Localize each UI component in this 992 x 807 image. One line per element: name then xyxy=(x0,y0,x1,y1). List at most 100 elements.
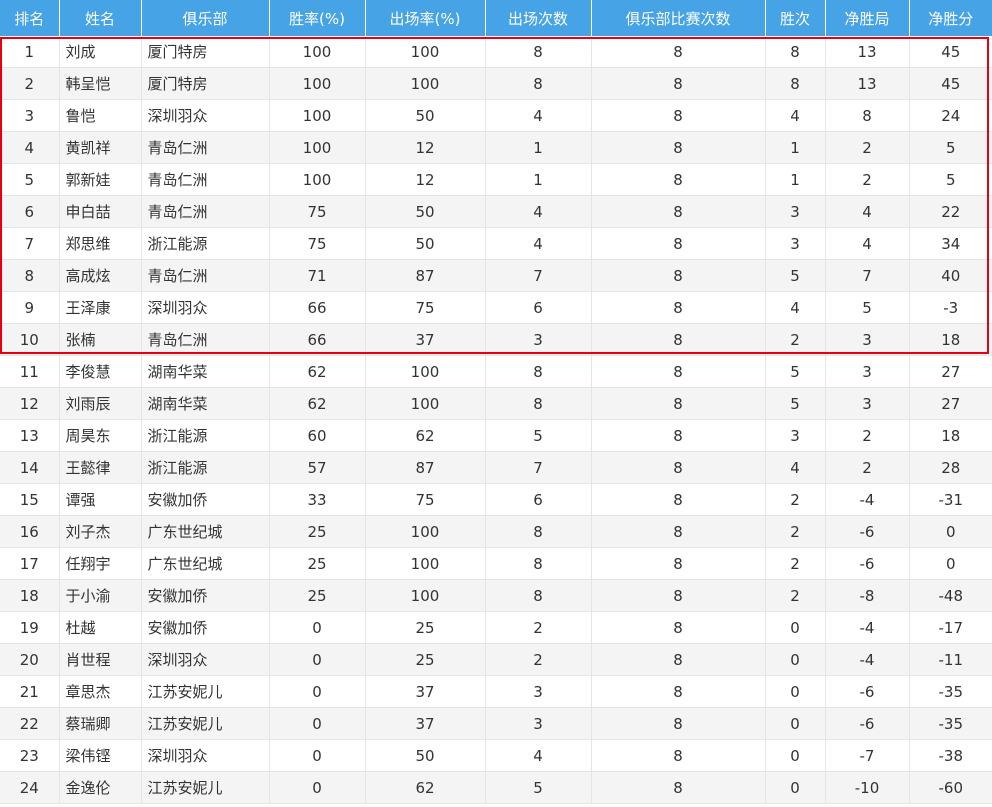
table-row: 19 杜越 安徽加侨 0 25 2 8 0 -4 -17 xyxy=(0,611,992,644)
point-diff-cell: -60 xyxy=(909,771,992,804)
game-diff-cell: 13 xyxy=(825,36,910,68)
wins-cell: 5 xyxy=(765,259,826,292)
name-cell: 申白喆 xyxy=(59,195,142,228)
wins-cell: 0 xyxy=(765,707,826,740)
point-diff-cell: -11 xyxy=(909,643,992,676)
rank-cell: 17 xyxy=(0,547,60,580)
appearances-cell: 5 xyxy=(485,771,592,804)
game-diff-cell: -6 xyxy=(825,515,910,548)
rank-cell: 6 xyxy=(0,195,60,228)
club-cell: 浙江能源 xyxy=(141,419,270,452)
wins-cell: 1 xyxy=(765,131,826,164)
win-rate-cell: 100 xyxy=(269,163,366,196)
name-cell: 肖世程 xyxy=(59,643,142,676)
win-rate-cell: 66 xyxy=(269,291,366,324)
name-cell: 金逸伦 xyxy=(59,771,142,804)
appearances-cell: 2 xyxy=(485,611,592,644)
rank-cell: 16 xyxy=(0,515,60,548)
point-diff-cell: 34 xyxy=(909,227,992,260)
club-cell: 浙江能源 xyxy=(141,451,270,484)
point-diff-cell: 0 xyxy=(909,547,992,580)
club-matches-cell: 8 xyxy=(591,387,766,420)
table-row: 24 金逸伦 江苏安妮儿 0 62 5 8 0 -10 -60 xyxy=(0,771,992,804)
table-row: 6 申白喆 青岛仁洲 75 50 4 8 3 4 22 xyxy=(0,195,992,228)
name-cell: 于小渝 xyxy=(59,579,142,612)
win-rate-cell: 25 xyxy=(269,547,366,580)
club-matches-cell: 8 xyxy=(591,355,766,388)
header-point-diff[interactable]: 净胜分 xyxy=(909,0,992,36)
point-diff-cell: 5 xyxy=(909,131,992,164)
club-matches-cell: 8 xyxy=(591,675,766,708)
game-diff-cell: 2 xyxy=(825,163,910,196)
point-diff-cell: 22 xyxy=(909,195,992,228)
appearance-rate-cell: 100 xyxy=(365,355,486,388)
table-row: 7 郑思维 浙江能源 75 50 4 8 3 4 34 xyxy=(0,227,992,260)
wins-cell: 5 xyxy=(765,387,826,420)
club-cell: 广东世纪城 xyxy=(141,515,270,548)
header-wins[interactable]: 胜次 xyxy=(765,0,826,36)
club-cell: 青岛仁洲 xyxy=(141,259,270,292)
game-diff-cell: -4 xyxy=(825,643,910,676)
table-row: 23 梁伟铿 深圳羽众 0 50 4 8 0 -7 -38 xyxy=(0,739,992,772)
club-matches-cell: 8 xyxy=(591,451,766,484)
appearance-rate-cell: 100 xyxy=(365,67,486,100)
appearance-rate-cell: 100 xyxy=(365,547,486,580)
club-matches-cell: 8 xyxy=(591,195,766,228)
header-win-rate[interactable]: 胜率(%) xyxy=(269,0,366,36)
table-row: 15 谭强 安徽加侨 33 75 6 8 2 -4 -31 xyxy=(0,483,992,516)
appearance-rate-cell: 50 xyxy=(365,99,486,132)
header-appearances[interactable]: 出场次数 xyxy=(485,0,592,36)
rank-cell: 22 xyxy=(0,707,60,740)
club-matches-cell: 8 xyxy=(591,739,766,772)
win-rate-cell: 0 xyxy=(269,739,366,772)
rank-cell: 14 xyxy=(0,451,60,484)
point-diff-cell: 28 xyxy=(909,451,992,484)
wins-cell: 0 xyxy=(765,675,826,708)
header-appearance-rate[interactable]: 出场率(%) xyxy=(365,0,486,36)
game-diff-cell: -6 xyxy=(825,547,910,580)
club-cell: 厦门特房 xyxy=(141,67,270,100)
header-name[interactable]: 姓名 xyxy=(59,0,142,36)
name-cell: 杜越 xyxy=(59,611,142,644)
appearances-cell: 1 xyxy=(485,131,592,164)
club-matches-cell: 8 xyxy=(591,163,766,196)
header-club-matches[interactable]: 俱乐部比赛次数 xyxy=(591,0,766,36)
club-matches-cell: 8 xyxy=(591,419,766,452)
table-row: 16 刘子杰 广东世纪城 25 100 8 8 2 -6 0 xyxy=(0,515,992,548)
win-rate-cell: 62 xyxy=(269,387,366,420)
club-matches-cell: 8 xyxy=(591,515,766,548)
club-cell: 厦门特房 xyxy=(141,36,270,68)
wins-cell: 2 xyxy=(765,515,826,548)
header-game-diff[interactable]: 净胜局 xyxy=(825,0,910,36)
name-cell: 王懿律 xyxy=(59,451,142,484)
rank-cell: 3 xyxy=(0,99,60,132)
game-diff-cell: -6 xyxy=(825,707,910,740)
header-rank[interactable]: 排名 xyxy=(0,0,60,36)
appearance-rate-cell: 100 xyxy=(365,579,486,612)
appearance-rate-cell: 62 xyxy=(365,771,486,804)
appearance-rate-cell: 25 xyxy=(365,643,486,676)
appearance-rate-cell: 12 xyxy=(365,131,486,164)
appearances-cell: 4 xyxy=(485,195,592,228)
game-diff-cell: 7 xyxy=(825,259,910,292)
club-cell: 江苏安妮儿 xyxy=(141,771,270,804)
win-rate-cell: 25 xyxy=(269,515,366,548)
header-club[interactable]: 俱乐部 xyxy=(141,0,270,36)
club-cell: 安徽加侨 xyxy=(141,611,270,644)
game-diff-cell: -4 xyxy=(825,611,910,644)
win-rate-cell: 100 xyxy=(269,36,366,68)
club-matches-cell: 8 xyxy=(591,291,766,324)
rank-cell: 1 xyxy=(0,36,60,68)
wins-cell: 3 xyxy=(765,227,826,260)
club-cell: 青岛仁洲 xyxy=(141,323,270,356)
point-diff-cell: -35 xyxy=(909,675,992,708)
rank-cell: 20 xyxy=(0,643,60,676)
point-diff-cell: -48 xyxy=(909,579,992,612)
rank-cell: 13 xyxy=(0,419,60,452)
wins-cell: 4 xyxy=(765,291,826,324)
name-cell: 高成炫 xyxy=(59,259,142,292)
club-matches-cell: 8 xyxy=(591,643,766,676)
table-row: 2 韩呈恺 厦门特房 100 100 8 8 8 13 45 xyxy=(0,67,992,100)
table-row: 3 鲁恺 深圳羽众 100 50 4 8 4 8 24 xyxy=(0,99,992,132)
rank-cell: 15 xyxy=(0,483,60,516)
